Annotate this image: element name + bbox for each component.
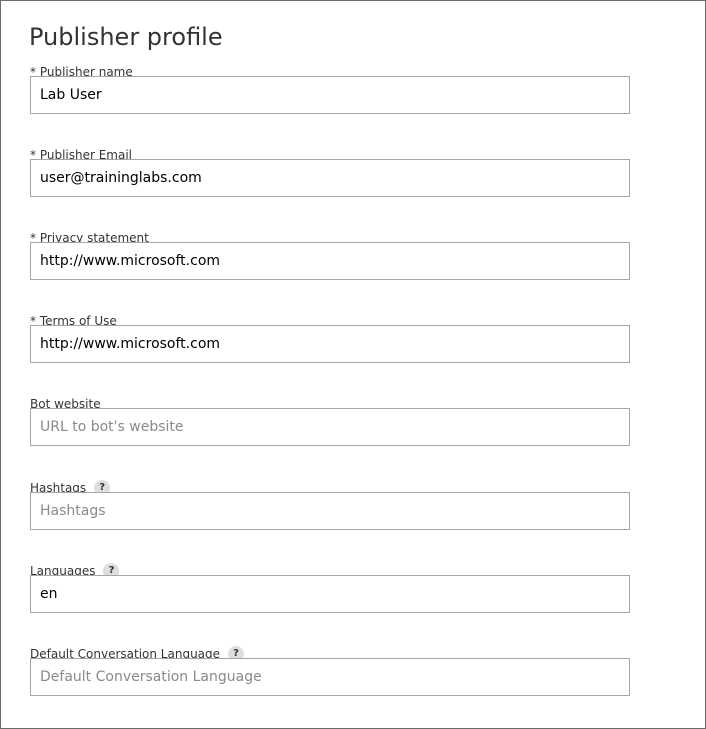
hashtags-input[interactable]	[30, 492, 630, 530]
page-title: Publisher profile	[29, 23, 223, 51]
publisher-profile-panel: Publisher profile * Publisher name * Pub…	[0, 0, 706, 729]
bot-website-field: Bot website	[30, 396, 630, 446]
publisher-name-input[interactable]	[30, 76, 630, 114]
publisher-email-input[interactable]	[30, 159, 630, 197]
default-conversation-language-input[interactable]	[30, 658, 630, 696]
hashtags-field: Hashtags ?	[30, 480, 630, 530]
terms-of-use-field: * Terms of Use	[30, 313, 630, 363]
languages-input[interactable]	[30, 575, 630, 613]
publisher-name-field: * Publisher name	[30, 64, 630, 114]
bot-website-input[interactable]	[30, 408, 630, 446]
privacy-statement-field: * Privacy statement	[30, 230, 630, 280]
languages-field: Languages ?	[30, 563, 630, 613]
publisher-email-field: * Publisher Email	[30, 147, 630, 197]
default-conversation-language-field: Default Conversation Language ?	[30, 646, 630, 696]
privacy-statement-input[interactable]	[30, 242, 630, 280]
terms-of-use-input[interactable]	[30, 325, 630, 363]
